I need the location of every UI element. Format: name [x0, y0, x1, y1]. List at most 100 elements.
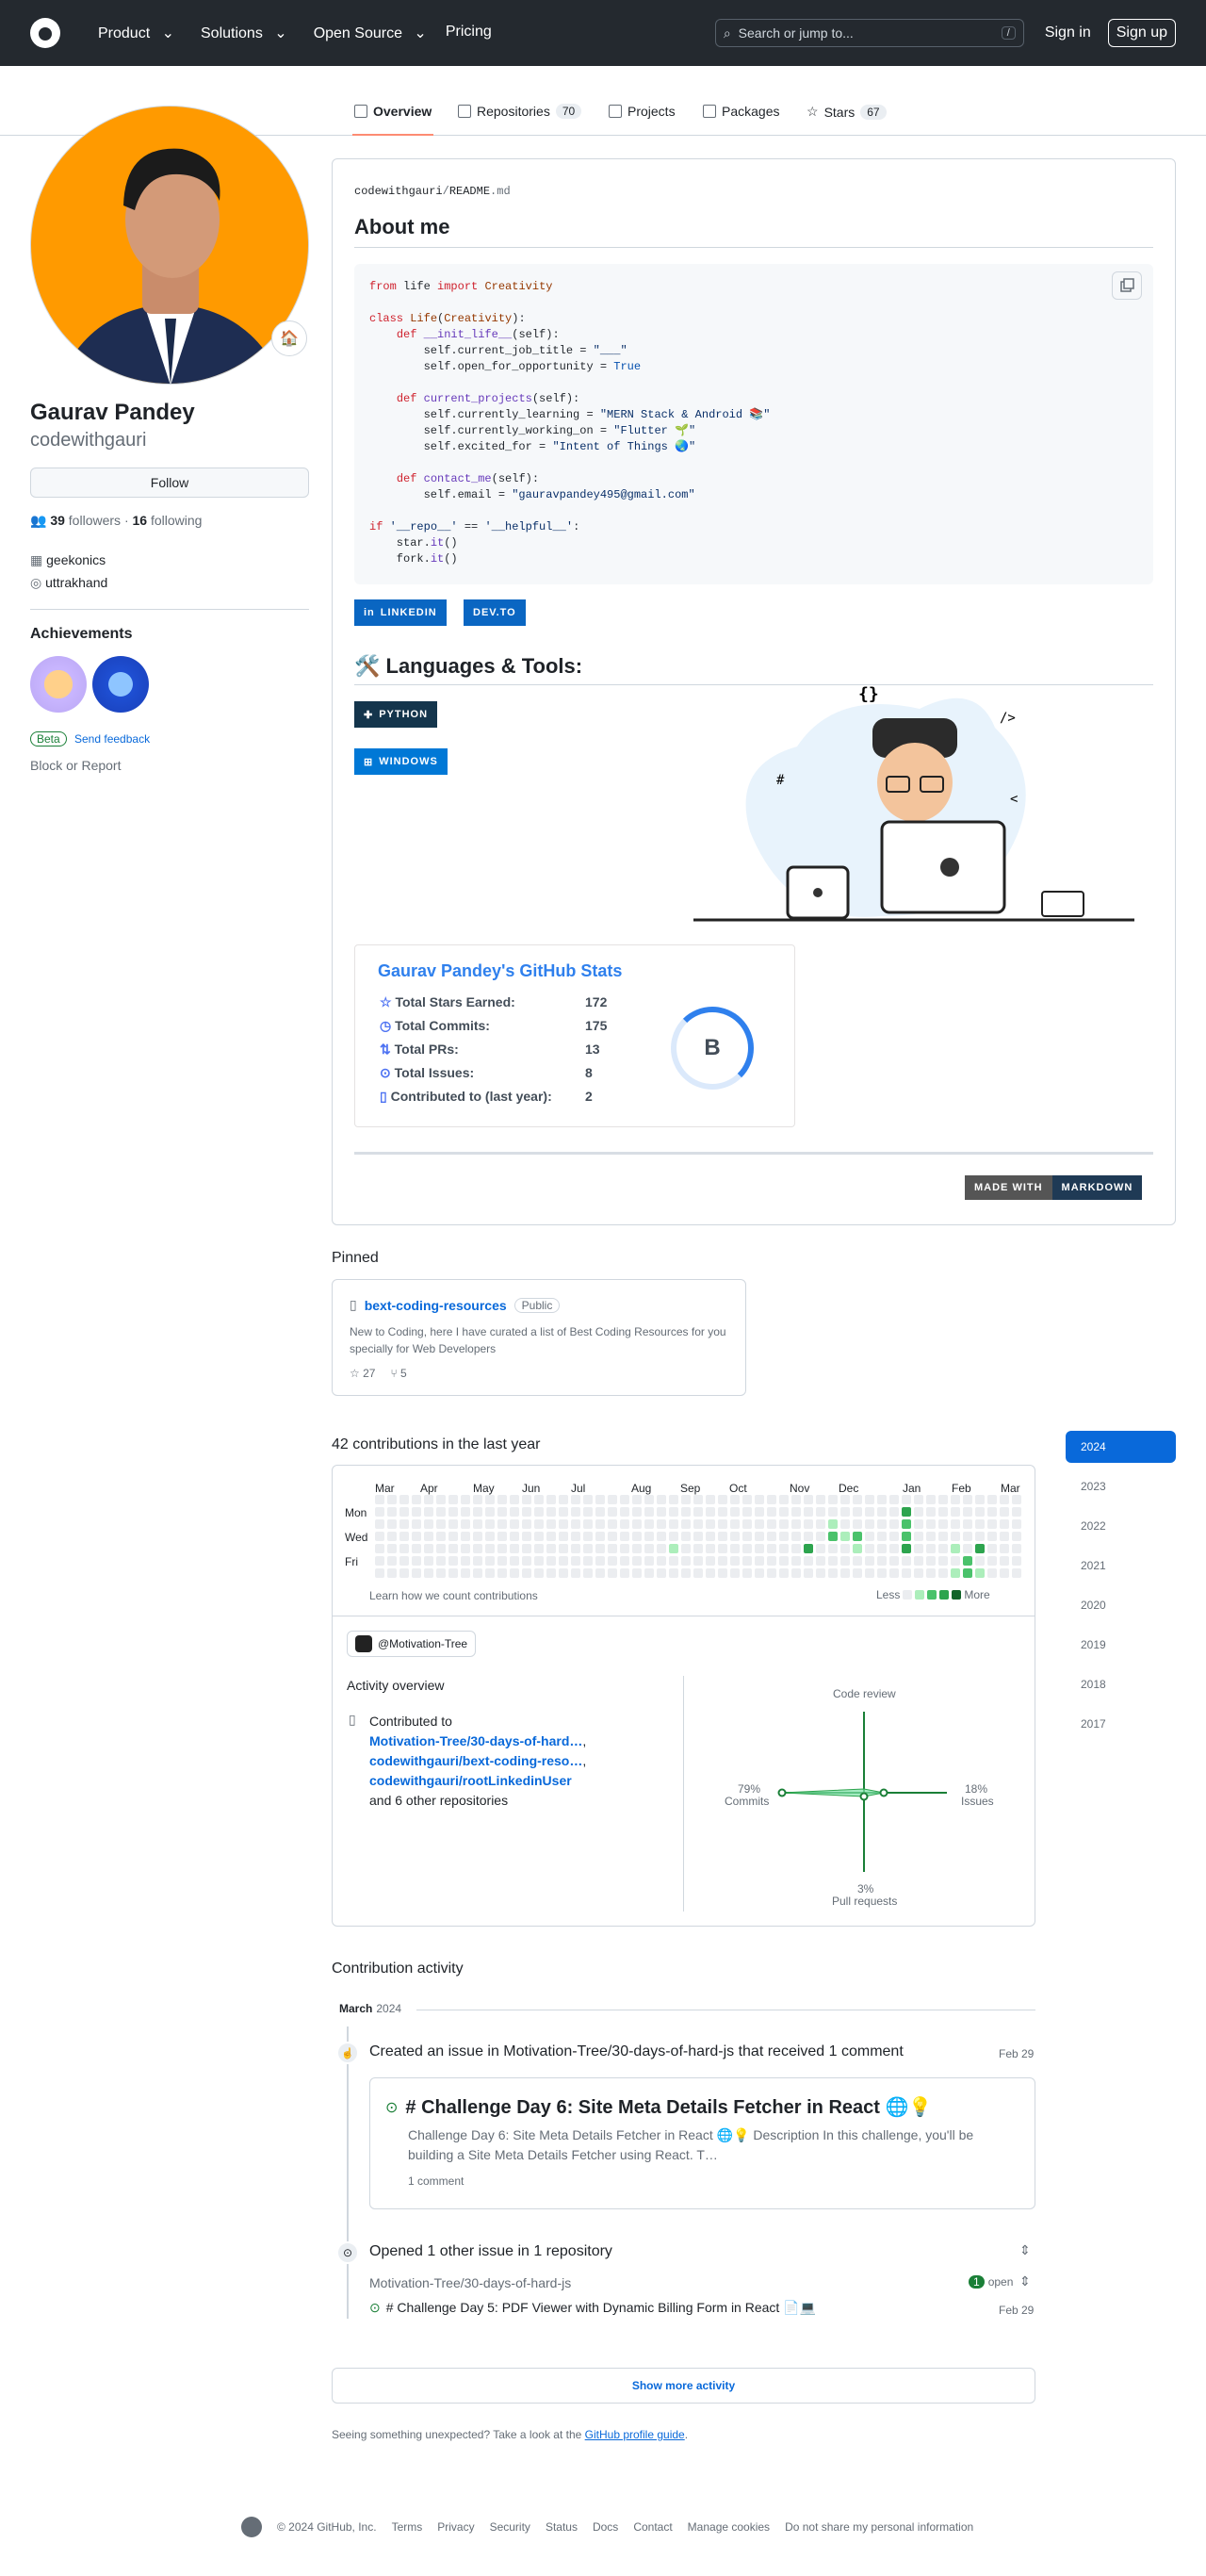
- avatar[interactable]: [30, 106, 309, 385]
- contribution-day[interactable]: [546, 1544, 556, 1553]
- contribution-day[interactable]: [546, 1495, 556, 1504]
- contribution-day[interactable]: [926, 1556, 936, 1566]
- contribution-day[interactable]: [681, 1532, 691, 1541]
- contribution-day[interactable]: [889, 1532, 899, 1541]
- contribution-day[interactable]: [657, 1568, 666, 1578]
- year-2021[interactable]: 2021: [1066, 1550, 1176, 1582]
- contribution-day[interactable]: [620, 1556, 629, 1566]
- contribution-day[interactable]: [767, 1544, 776, 1553]
- contribution-day[interactable]: [755, 1532, 764, 1541]
- contribution-day[interactable]: [742, 1556, 752, 1566]
- contribution-day[interactable]: [522, 1519, 531, 1529]
- contributed-repo-link[interactable]: codewithgauri/rootLinkedinUser: [369, 1773, 572, 1788]
- contribution-day[interactable]: [853, 1544, 862, 1553]
- contribution-day[interactable]: [706, 1544, 715, 1553]
- contribution-day[interactable]: [546, 1519, 556, 1529]
- contribution-day[interactable]: [767, 1519, 776, 1529]
- contribution-day[interactable]: [412, 1532, 421, 1541]
- year-2020[interactable]: 2020: [1066, 1589, 1176, 1621]
- tab-stars[interactable]: ☆ Stars 67: [807, 104, 887, 120]
- contribution-day[interactable]: [779, 1544, 789, 1553]
- contribution-day[interactable]: [877, 1556, 887, 1566]
- contribution-day[interactable]: [926, 1532, 936, 1541]
- contribution-day[interactable]: [571, 1519, 580, 1529]
- contribution-day[interactable]: [951, 1544, 960, 1553]
- contribution-day[interactable]: [963, 1495, 972, 1504]
- contribution-day[interactable]: [510, 1532, 519, 1541]
- contribution-day[interactable]: [485, 1556, 495, 1566]
- contribution-day[interactable]: [657, 1544, 666, 1553]
- nav-open-source[interactable]: Open Source ⌄: [299, 18, 434, 48]
- contribution-day[interactable]: [804, 1519, 813, 1529]
- contribution-day[interactable]: [865, 1507, 874, 1517]
- contribution-day[interactable]: [877, 1532, 887, 1541]
- contribution-day[interactable]: [522, 1507, 531, 1517]
- footer-link[interactable]: Terms: [392, 2520, 423, 2534]
- contribution-day[interactable]: [546, 1532, 556, 1541]
- contribution-day[interactable]: [791, 1556, 801, 1566]
- contribution-day[interactable]: [706, 1568, 715, 1578]
- contribution-day[interactable]: [473, 1519, 482, 1529]
- contribution-day[interactable]: [497, 1532, 507, 1541]
- contribution-day[interactable]: [828, 1495, 838, 1504]
- contribution-day[interactable]: [1012, 1532, 1021, 1541]
- contribution-day[interactable]: [938, 1532, 948, 1541]
- contribution-day[interactable]: [559, 1544, 568, 1553]
- contribution-day[interactable]: [424, 1556, 433, 1566]
- contribution-day[interactable]: [387, 1568, 397, 1578]
- contribution-day[interactable]: [522, 1532, 531, 1541]
- contribution-day[interactable]: [559, 1495, 568, 1504]
- contribution-day[interactable]: [399, 1495, 409, 1504]
- contribution-day[interactable]: [963, 1544, 972, 1553]
- contribution-day[interactable]: [938, 1544, 948, 1553]
- contribution-day[interactable]: [436, 1568, 446, 1578]
- contribution-day[interactable]: [975, 1568, 985, 1578]
- contribution-day[interactable]: [461, 1519, 470, 1529]
- contribution-day[interactable]: [889, 1556, 899, 1566]
- contribution-day[interactable]: [448, 1568, 458, 1578]
- github-logo-icon[interactable]: [30, 18, 60, 48]
- contribution-day[interactable]: [473, 1544, 482, 1553]
- contribution-day[interactable]: [693, 1544, 703, 1553]
- contribution-day[interactable]: [877, 1544, 887, 1553]
- contribution-day[interactable]: [681, 1568, 691, 1578]
- contribution-day[interactable]: [375, 1556, 384, 1566]
- contribution-day[interactable]: [840, 1544, 850, 1553]
- contribution-day[interactable]: [399, 1519, 409, 1529]
- contribution-day[interactable]: [534, 1532, 544, 1541]
- contribution-day[interactable]: [657, 1519, 666, 1529]
- contribution-day[interactable]: [424, 1532, 433, 1541]
- tab-packages[interactable]: Packages: [703, 104, 779, 119]
- contribution-day[interactable]: [485, 1507, 495, 1517]
- contribution-day[interactable]: [497, 1544, 507, 1553]
- contribution-day[interactable]: [951, 1507, 960, 1517]
- contribution-day[interactable]: [877, 1507, 887, 1517]
- forks-link[interactable]: ⑂ 5: [390, 1367, 406, 1380]
- pinned-repo-link[interactable]: bext-coding-resources: [365, 1298, 507, 1313]
- contribution-day[interactable]: [681, 1556, 691, 1566]
- year-2024[interactable]: 2024: [1066, 1431, 1176, 1463]
- contribution-day[interactable]: [461, 1544, 470, 1553]
- contribution-day[interactable]: [375, 1544, 384, 1553]
- contribution-day[interactable]: [693, 1495, 703, 1504]
- nav-pricing[interactable]: Pricing: [438, 18, 499, 48]
- contribution-day[interactable]: [436, 1519, 446, 1529]
- contribution-day[interactable]: [693, 1568, 703, 1578]
- contribution-day[interactable]: [644, 1532, 654, 1541]
- contribution-day[interactable]: [853, 1519, 862, 1529]
- contribution-day[interactable]: [889, 1544, 899, 1553]
- contribution-day[interactable]: [791, 1507, 801, 1517]
- contribution-day[interactable]: [534, 1507, 544, 1517]
- contribution-day[interactable]: [804, 1495, 813, 1504]
- contribution-day[interactable]: [853, 1495, 862, 1504]
- contribution-day[interactable]: [755, 1544, 764, 1553]
- contribution-day[interactable]: [693, 1556, 703, 1566]
- contribution-day[interactable]: [412, 1495, 421, 1504]
- contribution-day[interactable]: [571, 1507, 580, 1517]
- contribution-day[interactable]: [1012, 1519, 1021, 1529]
- contribution-day[interactable]: [840, 1507, 850, 1517]
- tab-overview[interactable]: Overview: [351, 104, 434, 136]
- nav-product[interactable]: Product ⌄: [83, 18, 182, 48]
- footer-link[interactable]: Manage cookies: [688, 2520, 770, 2534]
- github-mark-icon[interactable]: [241, 2517, 262, 2537]
